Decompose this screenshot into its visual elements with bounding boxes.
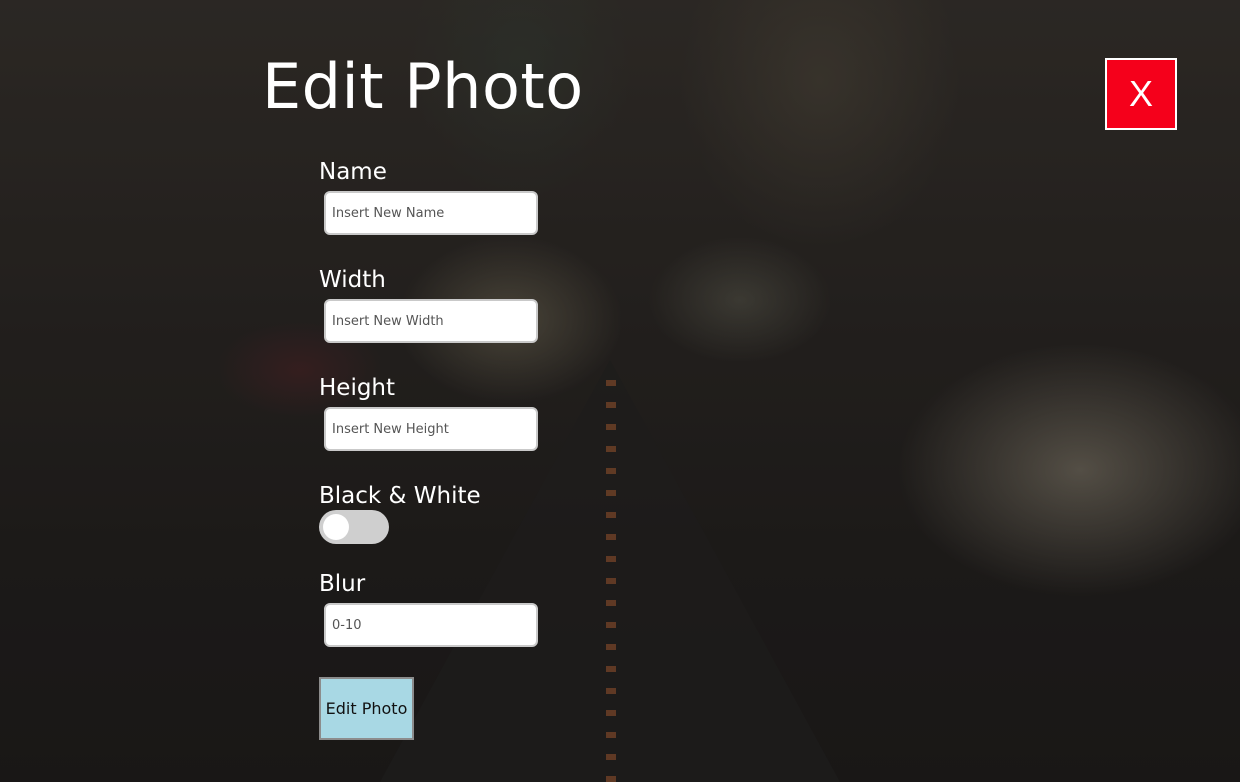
edit-photo-button[interactable]: Edit Photo [319, 677, 414, 740]
height-input[interactable] [324, 407, 538, 451]
black-white-label: Black & White [319, 483, 481, 509]
name-label: Name [319, 159, 387, 185]
modal-title: Edit Photo [262, 50, 584, 123]
width-label: Width [319, 267, 386, 293]
height-label: Height [319, 375, 396, 401]
black-white-toggle[interactable] [319, 510, 389, 544]
dark-overlay [0, 0, 1240, 782]
close-button[interactable]: X [1105, 58, 1177, 130]
toggle-knob [323, 514, 349, 540]
edit-photo-screen: Edit Photo X Name Width Height Black & W… [0, 0, 1240, 782]
name-input[interactable] [324, 191, 538, 235]
width-input[interactable] [324, 299, 538, 343]
blur-label: Blur [319, 571, 366, 597]
blur-input[interactable] [324, 603, 538, 647]
